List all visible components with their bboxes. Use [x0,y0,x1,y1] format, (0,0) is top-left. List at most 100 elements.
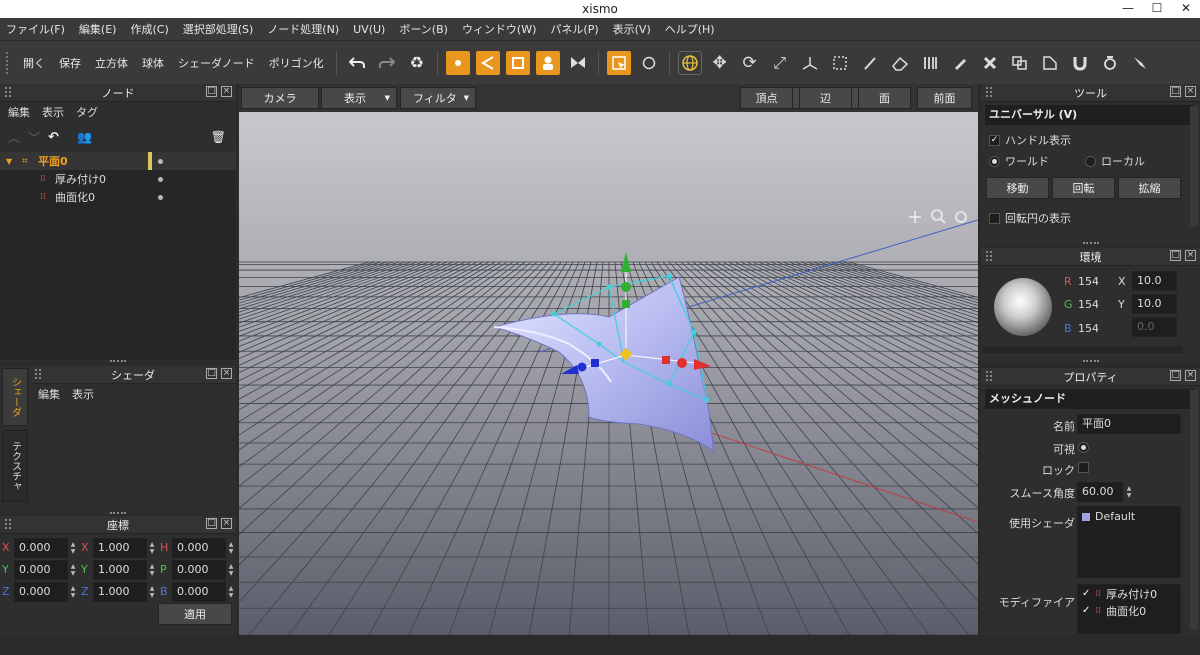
restore-icon[interactable]: □ [1170,250,1181,261]
visibility-dot[interactable] [158,177,163,182]
move-icon[interactable]: ✥ [708,51,732,75]
cube-button[interactable]: 立方体 [95,55,128,71]
open-button[interactable]: 開く [23,55,45,71]
coord-field[interactable]: 0.000 [14,560,68,580]
handle-option[interactable]: ✓ ハンドル表示 [989,132,1071,148]
rect-select-icon[interactable] [828,51,852,75]
mirror-icon[interactable] [566,51,590,75]
coord-field[interactable]: 0.000 [14,538,68,558]
magnet-icon[interactable] [1068,51,1092,75]
tab-shader[interactable]: シェーダ [2,368,28,426]
handle-checkbox[interactable]: ✓ [989,134,1000,146]
tree-node-thicken[interactable]: ⁞⁞ 厚み付け0 [0,170,236,188]
menu-item-3[interactable]: 選択部処理(S) [183,21,254,37]
toolbar-grip[interactable] [6,51,10,74]
smooth-angle-spinner[interactable]: ▲ ▼ [1125,482,1133,502]
light-sphere-preview[interactable] [994,278,1052,336]
panel-grip[interactable] [5,519,11,529]
panel-grip[interactable] [986,87,992,97]
shader-menu-edit[interactable]: 編集 [38,386,60,402]
maximize-icon[interactable]: ☐ [1143,0,1171,18]
resize-handle[interactable] [1083,242,1099,246]
brush-icon[interactable] [1128,51,1152,75]
close-icon[interactable]: × [221,368,232,379]
coord-spinner[interactable]: ▲ ▼ [69,560,77,580]
knife-icon[interactable] [858,51,882,75]
panel-grip[interactable] [986,371,992,381]
redo-icon[interactable] [375,51,399,75]
check-icon[interactable]: ✓ [1082,588,1090,599]
tree-node-subdivide[interactable]: ⁞⁞ 曲面化0 [0,188,236,206]
move-down-icon[interactable]: ﹀ [28,129,40,146]
weight-icon[interactable] [1098,51,1122,75]
coord-spinner[interactable]: ▲ ▼ [69,582,77,602]
save-button[interactable]: 保存 [59,55,81,71]
display-dropdown[interactable]: 表示 ▼ [321,87,397,109]
name-field[interactable]: 平面0 [1077,414,1181,434]
coord-field[interactable]: 0.000 [172,538,226,558]
light-y-field[interactable]: 10.0 [1132,294,1177,314]
modifier-item[interactable]: ✓ ⁞⁞ 厚み付け0 [1078,585,1180,602]
coord-spinner[interactable]: ▲ ▼ [148,582,156,602]
coord-field[interactable]: 1.000 [93,538,147,558]
restore-icon[interactable]: □ [206,368,217,379]
minimize-icon[interactable]: — [1114,0,1142,18]
smooth-angle-field[interactable]: 60.00 [1077,482,1123,502]
bone-mode-icon[interactable] [535,50,560,75]
menu-item-6[interactable]: ボーン(B) [399,21,448,37]
coord-field[interactable]: 0.000 [172,560,226,580]
local-radio[interactable] [1085,155,1096,167]
rotation-circle-checkbox[interactable] [989,212,1000,224]
resize-handle[interactable] [1083,360,1099,364]
camera-button[interactable]: カメラ [241,87,319,109]
menu-item-10[interactable]: ヘルプ(H) [665,21,715,37]
rotate-icon[interactable]: ⟳ [738,51,762,75]
visibility-dot[interactable] [158,195,163,200]
close-icon[interactable]: × [1185,370,1196,381]
viewport-canvas[interactable] [239,112,978,635]
sphere-button[interactable]: 球体 [142,55,164,71]
restore-icon[interactable]: □ [1170,86,1181,97]
extrude-icon[interactable] [918,51,942,75]
move-button[interactable]: 移動 [986,177,1049,199]
coord-spinner[interactable]: ▲ ▼ [227,538,235,558]
visible-toggle[interactable] [1078,442,1089,453]
filter-dropdown[interactable]: フィルタ ▼ [400,87,476,109]
close-icon[interactable]: ✕ [1172,0,1200,18]
restore-icon[interactable]: □ [1170,370,1181,381]
undo-icon[interactable] [345,51,369,75]
bridge-icon[interactable] [1008,51,1032,75]
restore-icon[interactable]: □ [206,86,217,97]
prop-scrollbar[interactable] [1190,390,1198,630]
node-menu-tag[interactable]: タグ [76,104,98,120]
check-icon[interactable]: ✓ [1082,605,1090,616]
node-menu-edit[interactable]: 編集 [8,104,30,120]
coord-spinner[interactable]: ▲ ▼ [227,582,235,602]
close-icon[interactable]: × [1185,250,1196,261]
panel-grip[interactable] [5,87,11,97]
shader-node-button[interactable]: シェーダノード [178,55,255,71]
menu-item-8[interactable]: パネル(P) [550,21,598,37]
scale-icon[interactable]: ⤢ [768,51,792,75]
rotate-button[interactable]: 回転 [1052,177,1115,199]
menu-item-2[interactable]: 作成(C) [130,21,168,37]
visibility-dot[interactable] [158,159,163,164]
close-icon[interactable]: × [221,86,232,97]
edge-select-button[interactable]: 辺 [799,87,852,109]
lasso-icon[interactable] [637,51,661,75]
recycle-icon[interactable]: ♻ [405,51,429,75]
edge-mode-icon[interactable] [475,50,500,75]
coord-field[interactable]: 1.000 [93,582,147,602]
parent-icon[interactable]: ↶ [48,130,59,145]
coord-field[interactable]: 1.000 [93,560,147,580]
node-menu-view[interactable]: 表示 [42,104,64,120]
vertex-mode-icon[interactable] [445,50,470,75]
expand-arrow-icon[interactable]: ▼ [6,157,12,166]
tree-node-plane[interactable]: ▼ ⌗ 平面0 [0,152,236,170]
tab-texture[interactable]: テクスチャ [2,430,28,502]
light-x-field[interactable]: 10.0 [1132,271,1177,291]
face-select-button[interactable]: 面 [858,87,911,109]
shader-menu-view[interactable]: 表示 [72,386,94,402]
menu-item-0[interactable]: ファイル(F) [6,21,65,37]
resize-handle[interactable] [110,360,126,364]
